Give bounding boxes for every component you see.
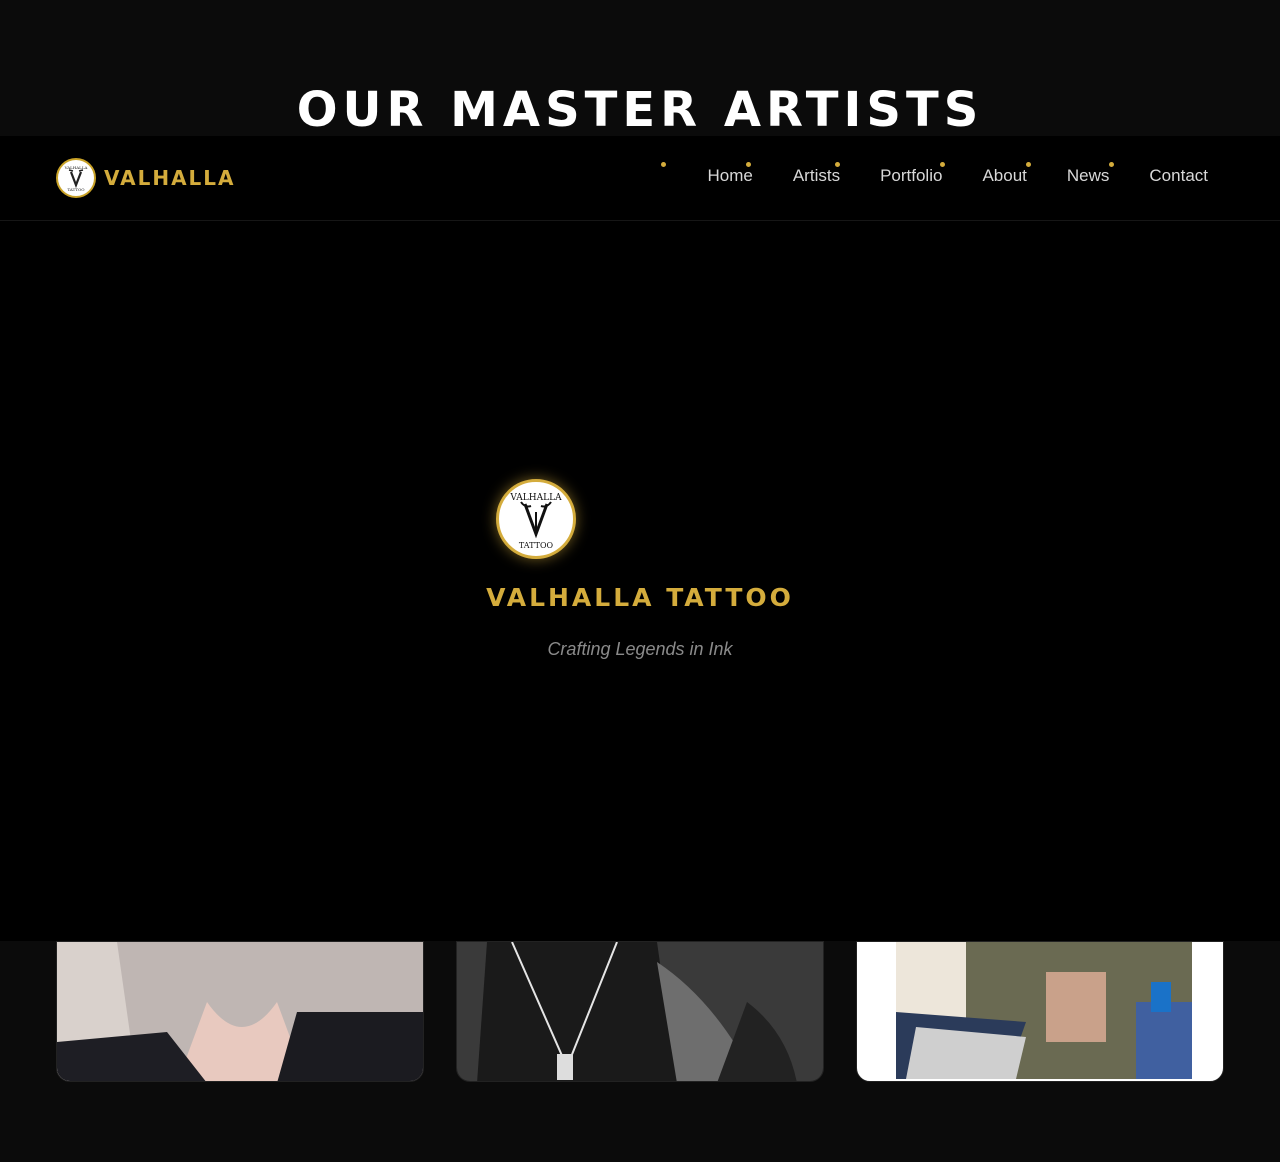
artist-card[interactable] [56, 941, 424, 1082]
splash-overlay: VALHALLA TATTOO VALHALLA TATTOO Crafting… [0, 221, 1280, 941]
nav-dot [661, 162, 666, 167]
nav-dot [940, 162, 945, 167]
splash-title: VALHALLA TATTOO [486, 583, 794, 612]
nav-dot [746, 162, 751, 167]
nav-about[interactable]: About [982, 164, 1026, 190]
brand-name: VALHALLA [104, 166, 236, 190]
artist-photo [57, 942, 423, 1081]
artist-photo [457, 942, 823, 1081]
navbar: VALHALLA TATTOO VALHALLA Home Artists Po… [0, 136, 1280, 221]
nav-links: Home Artists Portfolio About News Contac… [707, 164, 1208, 190]
nav-portfolio[interactable]: Portfolio [880, 164, 942, 190]
svg-text:TATTOO: TATTOO [67, 187, 85, 192]
nav-dot [835, 162, 840, 167]
brand-link[interactable]: VALHALLA TATTOO VALHALLA [56, 157, 236, 199]
nav-home[interactable]: Home [707, 164, 752, 190]
nav-dot [1109, 162, 1114, 167]
svg-text:TATTOO: TATTOO [519, 541, 554, 550]
valhalla-logo-icon: VALHALLA TATTOO [496, 479, 576, 559]
nav-news[interactable]: News [1067, 164, 1110, 190]
svg-text:VALHALLA: VALHALLA [64, 165, 88, 170]
svg-text:VALHALLA: VALHALLA [509, 493, 562, 503]
artist-card[interactable] [856, 941, 1224, 1082]
artist-photo [896, 942, 1192, 1079]
nav-contact[interactable]: Contact [1149, 164, 1208, 190]
nav-dot [1026, 162, 1031, 167]
valhalla-logo-icon: VALHALLA TATTOO [56, 158, 96, 198]
axes-icon [520, 501, 552, 539]
nav-artists[interactable]: Artists [793, 164, 840, 190]
splash-tagline: Crafting Legends in Ink [547, 639, 733, 659]
section-title: OUR MASTER ARTISTS [296, 82, 984, 138]
artist-card[interactable] [456, 941, 824, 1082]
